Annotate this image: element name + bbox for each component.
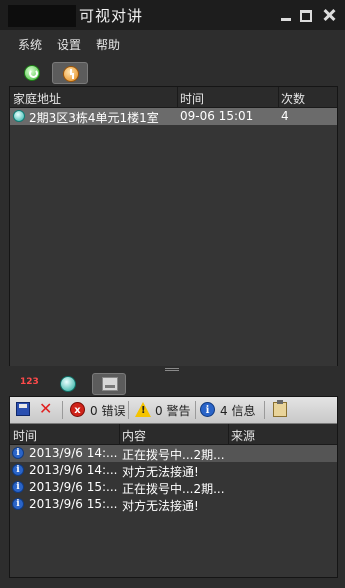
log-table-header: 时间 内容 来源 [10, 424, 337, 445]
column-divider[interactable] [228, 424, 229, 444]
table-row[interactable]: 2期3区3栋4单元1楼1室 09-06 15:01 4 [10, 108, 337, 125]
title-bar[interactable]: 可视对讲 [0, 0, 345, 30]
errors-label: 0 错误 [90, 404, 126, 418]
tab-log[interactable] [92, 373, 126, 395]
clock-icon [63, 66, 79, 82]
table-row[interactable]: i 2013/9/6 14:... 对方无法接通! [10, 462, 337, 479]
menu-help[interactable]: 帮助 [96, 36, 120, 53]
maximize-button[interactable] [299, 8, 313, 22]
column-time[interactable]: 时间 [13, 427, 37, 444]
warnings-label: 0 警告 [155, 404, 191, 418]
info-icon: i [12, 481, 24, 493]
infos-label: 4 信息 [220, 404, 256, 418]
panel-splitter[interactable] [0, 366, 345, 372]
tab-dial[interactable] [52, 373, 84, 393]
call-icon [60, 376, 76, 392]
infos-filter-button[interactable]: i 4 信息 [200, 402, 262, 418]
menu-settings[interactable]: 设置 [57, 36, 81, 53]
column-divider[interactable] [177, 87, 178, 107]
clipboard-icon[interactable] [273, 400, 287, 417]
toolbar-divider [62, 401, 63, 419]
row-address: 2期3区3栋4单元1楼1室 [29, 111, 159, 125]
log-time: 2013/9/6 15:... [29, 497, 118, 511]
menu-system[interactable]: 系统 [18, 36, 42, 53]
errors-filter-button[interactable]: x 0 错误 [70, 402, 130, 418]
log-content: 对方无法接通! [122, 465, 199, 479]
counter-icon: 123 [20, 377, 39, 387]
log-time: 2013/9/6 15:... [29, 480, 118, 494]
table-row[interactable]: i 2013/9/6 15:... 正在拨号中...2期... [10, 479, 337, 496]
column-divider[interactable] [278, 87, 279, 107]
table-row[interactable]: i 2013/9/6 14:... 正在拨号中...2期... [10, 445, 337, 462]
bottom-tab-bar: 123 [8, 373, 338, 395]
column-source[interactable]: 来源 [231, 427, 255, 444]
splitter-grip [165, 368, 179, 369]
error-icon: x [70, 402, 85, 417]
clear-icon[interactable]: ✕ [39, 400, 52, 418]
splitter-grip [165, 370, 179, 371]
log-icon [102, 377, 118, 391]
column-count[interactable]: 次数 [281, 90, 305, 107]
app-logo [8, 5, 76, 27]
column-divider[interactable] [119, 424, 120, 444]
window-title: 可视对讲 [79, 7, 144, 25]
call-icon [13, 110, 25, 122]
phone-icon [24, 65, 40, 81]
toolbar-divider [128, 401, 129, 419]
save-icon[interactable] [16, 402, 30, 416]
row-time: 09-06 15:01 [180, 109, 254, 123]
toolbar-divider [195, 401, 196, 419]
tab-history[interactable] [52, 62, 88, 84]
menu-bar: 系统 设置 帮助 [0, 32, 345, 54]
warnings-filter-button[interactable]: ! 0 警告 [135, 402, 197, 418]
row-count: 4 [281, 109, 289, 123]
table-row[interactable]: i 2013/9/6 15:... 对方无法接通! [10, 496, 337, 513]
log-time: 2013/9/6 14:... [29, 446, 118, 460]
toolbar-divider [264, 401, 265, 419]
info-icon: i [200, 402, 215, 417]
log-panel: ✕ x 0 错误 ! 0 警告 i 4 信息 时间 内容 来源 i 2013/9… [9, 396, 338, 578]
info-icon: i [12, 464, 24, 476]
column-time[interactable]: 时间 [180, 90, 204, 107]
intercom-window: 可视对讲 系统 设置 帮助 家庭地址 时间 次数 2期3区3栋4单元1楼1室 0… [0, 0, 345, 588]
calls-panel: 家庭地址 时间 次数 2期3区3栋4单元1楼1室 09-06 15:01 4 [9, 86, 338, 368]
column-address[interactable]: 家庭地址 [13, 90, 61, 107]
info-icon: i [12, 447, 24, 459]
warning-mark: ! [141, 405, 146, 416]
calls-table-header: 家庭地址 时间 次数 [10, 87, 337, 108]
log-content: 对方无法接通! [122, 499, 199, 513]
column-content[interactable]: 内容 [122, 427, 146, 444]
log-toolbar: ✕ x 0 错误 ! 0 警告 i 4 信息 [10, 397, 337, 424]
info-icon: i [12, 498, 24, 510]
tab-counter[interactable]: 123 [14, 373, 46, 393]
top-tab-bar [8, 60, 338, 84]
minimize-button[interactable] [279, 8, 293, 22]
log-content: 正在拨号中...2期... [122, 482, 225, 496]
log-time: 2013/9/6 14:... [29, 463, 118, 477]
tab-calls[interactable] [14, 62, 48, 82]
log-content: 正在拨号中...2期... [122, 448, 225, 462]
close-button[interactable] [322, 8, 336, 22]
